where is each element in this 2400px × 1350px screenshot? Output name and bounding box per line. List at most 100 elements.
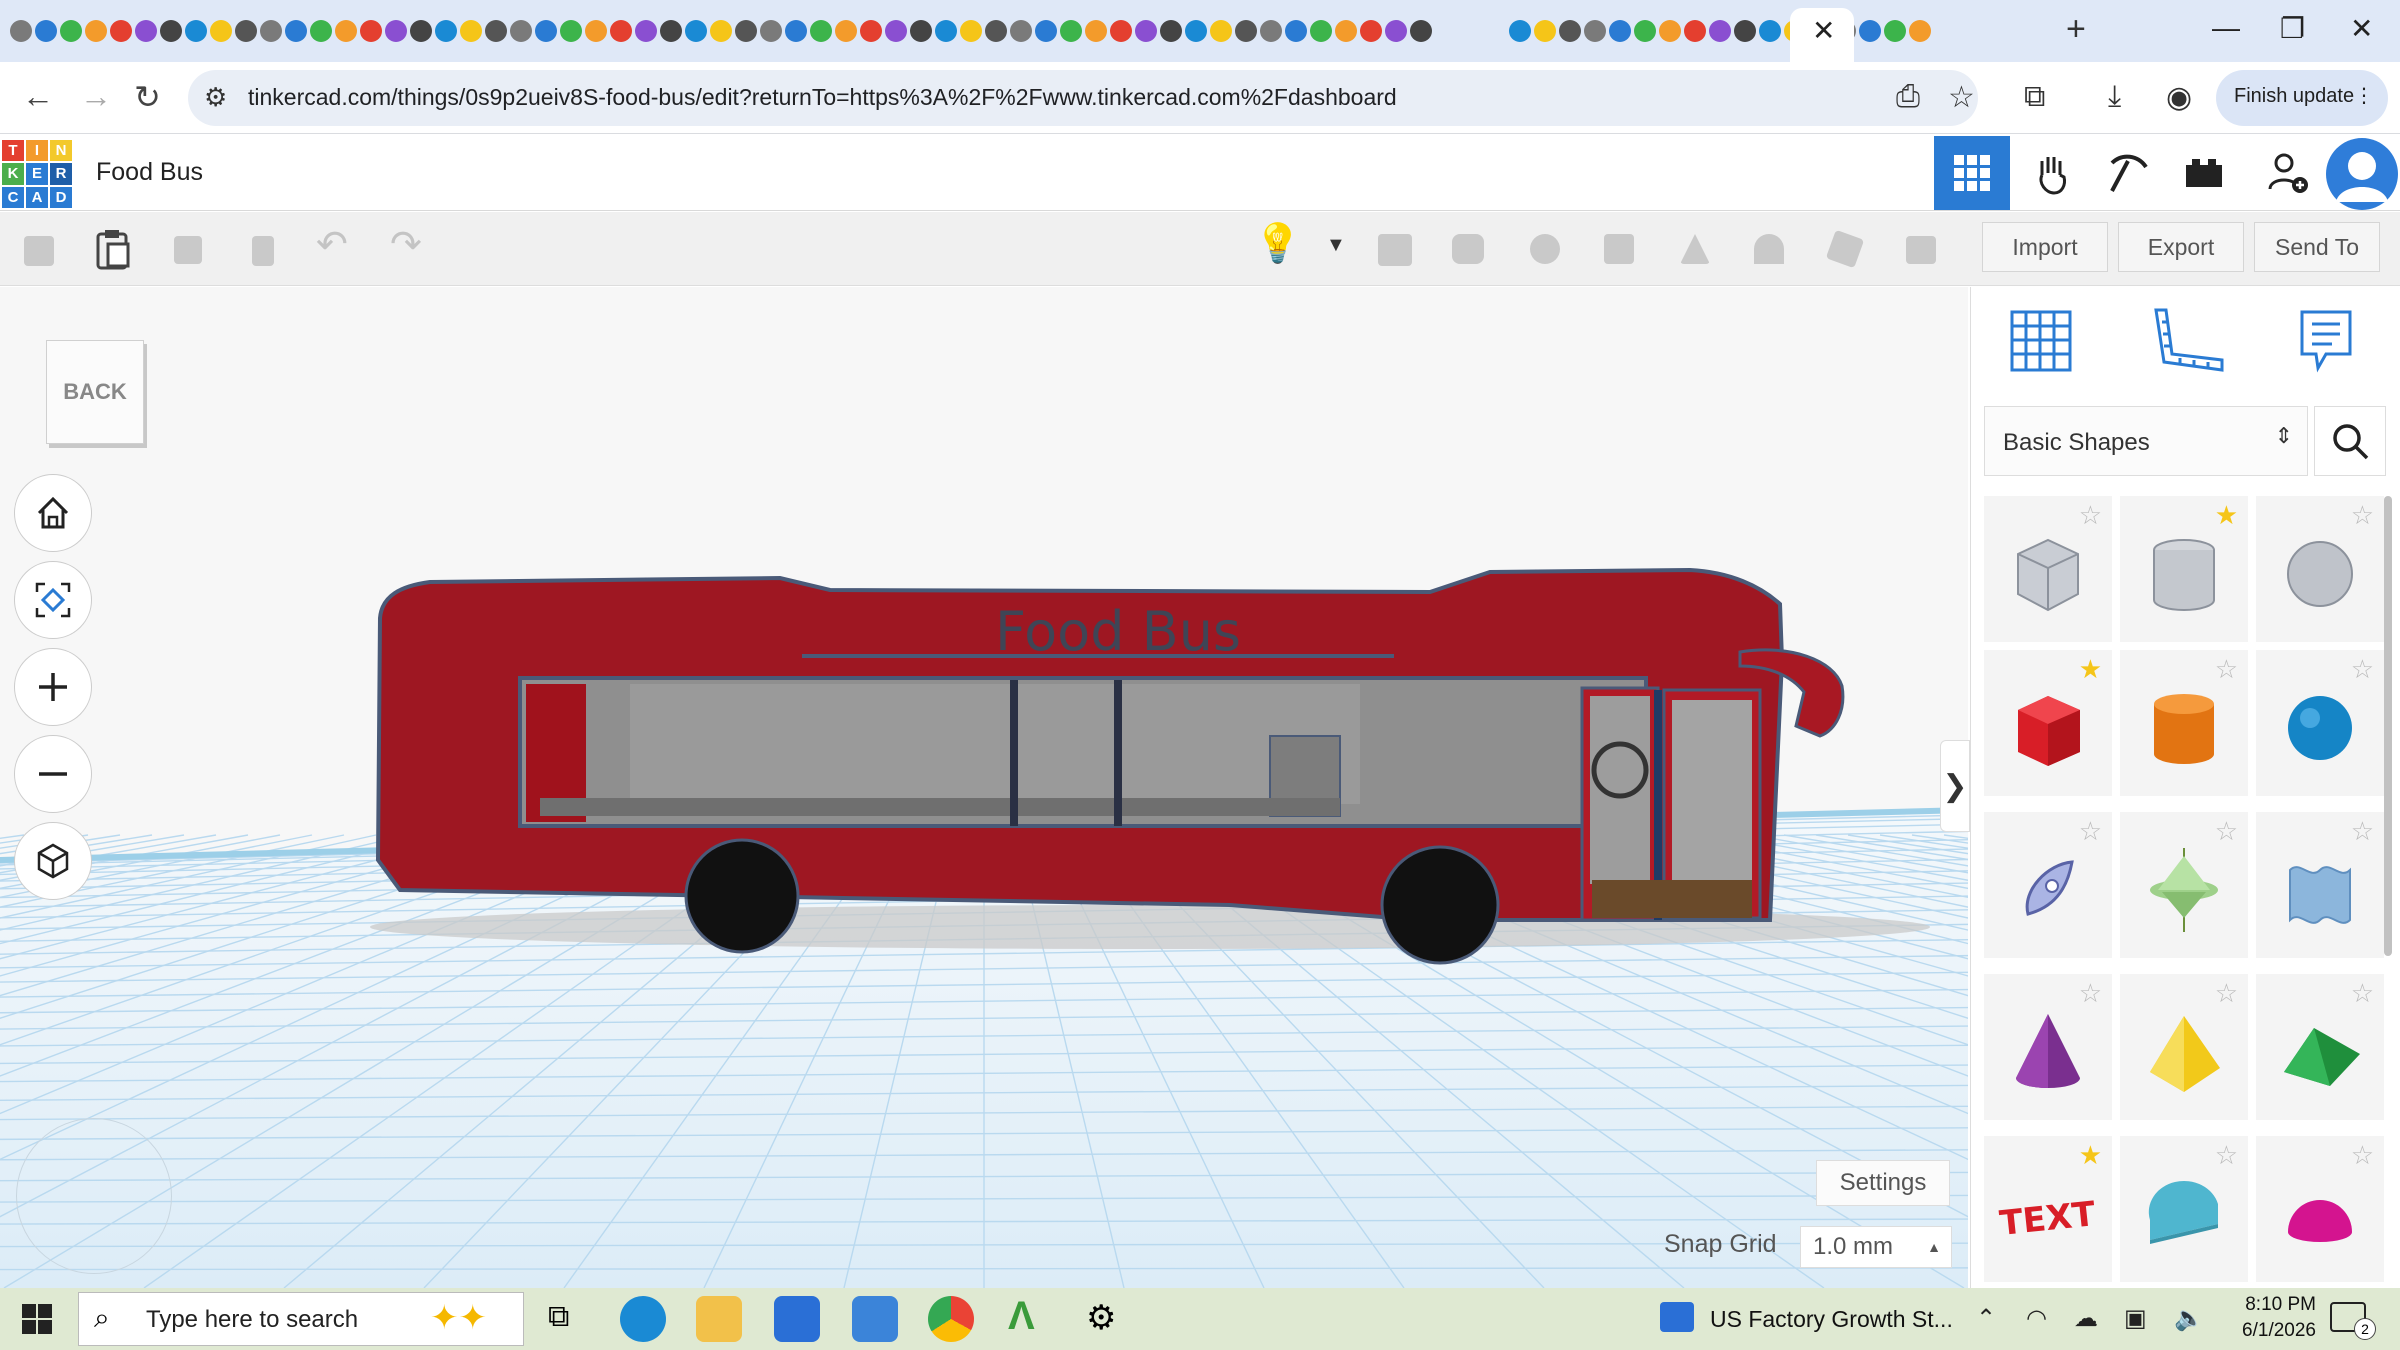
finish-update-button[interactable]: Finish update ⋮ — [2216, 70, 2388, 126]
favorite-star-icon[interactable]: ☆ — [2351, 978, 2374, 1009]
tab-favicon[interactable] — [360, 20, 382, 42]
tab-favicon[interactable] — [810, 20, 832, 42]
notifications-icon[interactable]: 2 — [2330, 1302, 2376, 1340]
favorite-star-icon[interactable]: ☆ — [2351, 816, 2374, 847]
tab-favicon[interactable] — [160, 20, 182, 42]
tab-favicon[interactable] — [1060, 20, 1082, 42]
favorite-star-icon[interactable]: ★ — [2079, 1140, 2102, 1171]
tab-favicon[interactable] — [1759, 20, 1781, 42]
shape-tile-box-hole[interactable]: ☆ — [1984, 496, 2112, 642]
notes-tool-button[interactable] — [2296, 306, 2356, 378]
shape-library-select[interactable]: Basic Shapes ⇕ — [1984, 406, 2308, 476]
maximize-icon[interactable]: ❐ — [2280, 12, 2305, 45]
tab-favicon[interactable] — [285, 20, 307, 42]
tab-favicon[interactable] — [1360, 20, 1382, 42]
install-app-icon[interactable]: ⎙ — [1896, 80, 1920, 114]
shape-tile-cone[interactable]: ☆ — [1984, 974, 2112, 1120]
tab-favicon[interactable] — [660, 20, 682, 42]
tab-favicon[interactable] — [1609, 20, 1631, 42]
export-button[interactable]: Export — [2118, 222, 2244, 272]
close-window-icon[interactable]: ✕ — [2350, 12, 2373, 45]
fit-view-button[interactable] — [14, 561, 92, 639]
shape-ops-icon[interactable] — [1522, 226, 1568, 272]
tab-favicon[interactable] — [1859, 20, 1881, 42]
tray-chevron-up-icon[interactable]: ⌃ — [1976, 1304, 1996, 1333]
url-text[interactable]: tinkercad.com/things/0s9p2ueiv8S-food-bu… — [248, 84, 1397, 111]
tab-favicon[interactable] — [1210, 20, 1232, 42]
ungroup-icon[interactable] — [1446, 226, 1492, 272]
shape-search-button[interactable] — [2314, 406, 2386, 476]
favorite-star-icon[interactable]: ☆ — [2215, 816, 2238, 847]
tab-favicon[interactable] — [1534, 20, 1556, 42]
align-icon[interactable] — [1596, 226, 1642, 272]
tab-favicon[interactable] — [385, 20, 407, 42]
undo-icon[interactable]: ↶ — [316, 222, 348, 267]
bricks-button[interactable] — [2166, 136, 2242, 210]
tab-favicon[interactable] — [935, 20, 957, 42]
tab-favicon[interactable] — [335, 20, 357, 42]
shape-tile-cylinder[interactable]: ☆ — [2120, 650, 2248, 796]
chevron-down-icon[interactable]: ▼ — [1326, 234, 1346, 257]
favorite-star-icon[interactable]: ★ — [2079, 654, 2102, 685]
shape-tile-text[interactable]: TEXT ★ — [1984, 1136, 2112, 1282]
favorite-star-icon[interactable]: ☆ — [2079, 500, 2102, 531]
tab-favicons[interactable] — [10, 14, 1931, 48]
delete-icon[interactable] — [240, 226, 286, 272]
tab-favicon[interactable] — [235, 20, 257, 42]
tab-favicon[interactable] — [860, 20, 882, 42]
file-explorer-icon[interactable] — [696, 1296, 742, 1342]
tab-favicon[interactable] — [1285, 20, 1307, 42]
shape-tile-half-sphere[interactable]: ☆ — [2256, 1136, 2384, 1282]
duplicate-icon[interactable] — [164, 226, 210, 272]
back-arrow-icon[interactable]: ← — [22, 78, 54, 115]
light-bulb-icon[interactable]: 💡 — [1254, 222, 1301, 266]
copy-icon[interactable] — [16, 226, 62, 272]
chrome-icon[interactable] — [928, 1296, 974, 1342]
tab-favicon[interactable] — [760, 20, 782, 42]
shape-tile-scribble[interactable]: ☆ — [1984, 812, 2112, 958]
invite-user-button[interactable] — [2250, 136, 2326, 210]
tab-favicon[interactable] — [1310, 20, 1332, 42]
tab-favicon[interactable] — [610, 20, 632, 42]
tab-favicon[interactable] — [1734, 20, 1756, 42]
news-widget-icon[interactable] — [1660, 1302, 1694, 1332]
tab-favicon[interactable] — [60, 20, 82, 42]
tab-favicon[interactable] — [685, 20, 707, 42]
app-a-icon[interactable]: Λ — [1008, 1294, 1035, 1339]
favorite-star-icon[interactable]: ☆ — [2215, 978, 2238, 1009]
tab-favicon[interactable] — [1335, 20, 1357, 42]
favorite-star-icon[interactable]: ☆ — [2351, 500, 2374, 531]
tab-favicon[interactable] — [1185, 20, 1207, 42]
paste-icon[interactable] — [90, 226, 136, 272]
favorite-star-icon[interactable]: ☆ — [2079, 978, 2102, 1009]
store-icon[interactable] — [774, 1296, 820, 1342]
edge-icon[interactable] — [620, 1296, 666, 1342]
forward-arrow-icon[interactable]: → — [80, 78, 112, 115]
site-info-icon[interactable]: ⚙ — [204, 82, 227, 113]
tab-favicon[interactable] — [260, 20, 282, 42]
tab-favicon[interactable] — [710, 20, 732, 42]
tab-favicon[interactable] — [1559, 20, 1581, 42]
tab-favicon[interactable] — [560, 20, 582, 42]
tab-favicon[interactable] — [735, 20, 757, 42]
tab-favicon[interactable] — [185, 20, 207, 42]
tinkercad-logo[interactable]: T I N K E R C A D — [2, 140, 72, 208]
volume-icon[interactable]: 🔈 — [2174, 1304, 2204, 1333]
tab-favicon[interactable] — [35, 20, 57, 42]
ruler-tool-button[interactable] — [2150, 306, 2226, 376]
cruise-icon[interactable] — [1898, 226, 1944, 272]
collapse-panel-button[interactable]: ❯ — [1940, 740, 1970, 832]
tab-favicon[interactable] — [835, 20, 857, 42]
shape-tile-roof[interactable]: ☆ — [2256, 974, 2384, 1120]
zoom-out-button[interactable] — [14, 735, 92, 813]
send-to-button[interactable]: Send To — [2254, 222, 2380, 272]
minimize-icon[interactable]: — — [2212, 12, 2240, 44]
tab-favicon[interactable] — [1385, 20, 1407, 42]
shape-tile-half-cylinder[interactable]: ☆ — [2120, 1136, 2248, 1282]
device-icon[interactable]: ▣ — [2124, 1304, 2147, 1333]
tab-favicon[interactable] — [210, 20, 232, 42]
favorite-star-icon[interactable]: ☆ — [2351, 1140, 2374, 1171]
snap-grid-select[interactable]: 1.0 mm ▲ — [1800, 1226, 1952, 1268]
news-widget-text[interactable]: US Factory Growth St... — [1710, 1306, 1953, 1333]
sim-lab-button[interactable] — [2014, 136, 2090, 210]
